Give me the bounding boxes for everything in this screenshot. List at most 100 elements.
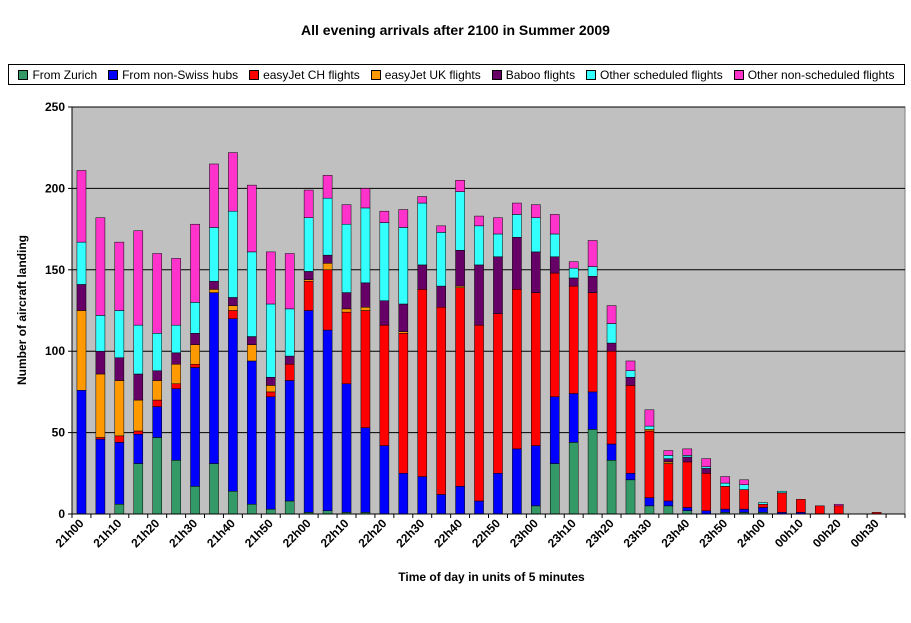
bar-segment [701, 473, 712, 511]
bar-segment [720, 476, 730, 484]
bar-segment [512, 202, 522, 215]
bar-segment [625, 385, 636, 474]
bar-segment [228, 305, 238, 311]
bar-segment [171, 388, 181, 461]
bar-segment [398, 303, 409, 332]
x-tick-label: 21h00 [53, 516, 87, 550]
bar-segment [474, 324, 484, 502]
bar-segment [455, 250, 465, 287]
bar-segment [474, 225, 484, 266]
bar-segment [265, 251, 276, 305]
bar-segment [531, 505, 541, 515]
bar-segment [833, 505, 844, 515]
bar-segment [436, 232, 446, 287]
bar-segment [568, 267, 579, 279]
bar-segment [606, 460, 617, 515]
x-tick-label: 22h10 [318, 516, 352, 550]
bar-segment [531, 445, 541, 507]
bar-segment [247, 336, 257, 345]
bar-segment [76, 284, 87, 311]
x-tick-label: 22h50 [469, 516, 503, 550]
y-tick-label: 250 [45, 100, 65, 114]
bar-segment [247, 503, 257, 515]
x-tick-label: 00h30 [848, 516, 882, 550]
bar-segment [76, 390, 87, 515]
bar-segment [379, 445, 390, 515]
bar-segment [322, 254, 333, 264]
bar-segment [76, 310, 87, 391]
bar-segment [190, 486, 200, 515]
bar-segment [568, 285, 579, 394]
bar-segment [360, 306, 371, 311]
bar-segment [152, 437, 162, 515]
bar-segment [209, 292, 219, 464]
bar-segment [682, 461, 693, 508]
bar-segment [493, 473, 503, 515]
bar-segment [303, 189, 314, 218]
bar-segment [398, 473, 409, 515]
bar-segment [228, 210, 238, 298]
bar-segment [171, 324, 181, 354]
bar-segment [190, 302, 200, 334]
bar-segment [758, 502, 768, 505]
bar-segment [625, 360, 636, 371]
bar-segment [758, 503, 768, 508]
bar-segment [474, 500, 484, 515]
bar-segment [133, 399, 144, 432]
bar-segment [322, 269, 333, 331]
bar-segment [512, 214, 522, 238]
bar-segment [341, 311, 352, 385]
bar-segment [644, 497, 655, 507]
x-tick-label: 21h20 [128, 516, 162, 550]
x-tick-label: 22h00 [280, 516, 314, 550]
y-tick-label: 0 [58, 507, 65, 521]
bar-segment [152, 370, 162, 381]
bar-segment [95, 315, 106, 352]
bar-segment [322, 329, 333, 511]
bar-segment [247, 344, 257, 362]
bar-segment [360, 282, 371, 308]
bar-segment [720, 508, 730, 513]
x-tick-label: 22h20 [356, 516, 390, 550]
bar-segment [720, 486, 730, 510]
bar-segment [739, 489, 749, 510]
bar-segment [133, 324, 144, 375]
x-tick-label: 22h40 [431, 516, 465, 550]
bar-segment [379, 210, 390, 223]
bar-segment [493, 217, 503, 235]
bar-segment [682, 507, 693, 511]
bar-segment [436, 285, 446, 308]
x-tick-label: 22h30 [393, 516, 427, 550]
bar-segment [284, 355, 295, 365]
bar-segment [549, 396, 560, 464]
x-tick-label: 24h00 [734, 516, 768, 550]
bar-segment [228, 297, 238, 306]
bar-segment [512, 448, 522, 515]
y-tick-label: 100 [45, 344, 65, 358]
bar-segment [190, 367, 200, 487]
bar-segment [303, 310, 314, 513]
bar-segment [720, 482, 730, 487]
bar-segment [682, 456, 693, 463]
bar-segment [777, 490, 787, 494]
bar-segment [190, 344, 200, 365]
bar-segment [379, 222, 390, 301]
bar-segment [95, 438, 106, 515]
bar-segment [663, 458, 674, 463]
bar-segment [152, 333, 162, 371]
bar-segment [531, 204, 541, 218]
bar-segment [549, 463, 560, 515]
bar-segment [568, 261, 579, 269]
bar-segment [247, 251, 257, 337]
bar-segment [701, 468, 712, 474]
bar-segment [606, 342, 617, 352]
bar-segment [549, 272, 560, 398]
x-tick-label: 00h10 [772, 516, 806, 550]
bar-segment [133, 373, 144, 401]
bar-segment [360, 207, 371, 284]
bar-segment [568, 277, 579, 287]
bar-segment [625, 473, 636, 481]
bar-segment [190, 223, 200, 303]
bar-segment [190, 363, 200, 368]
bar-segment [341, 383, 352, 513]
